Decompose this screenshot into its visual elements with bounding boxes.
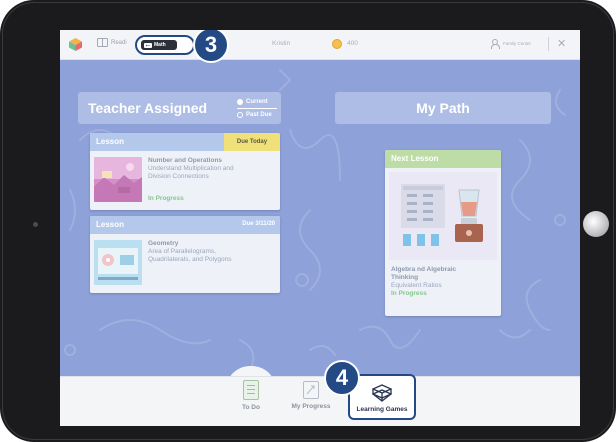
top-bar: Readi +− Math Kristin 400 Family Center … bbox=[60, 30, 580, 60]
book-icon bbox=[97, 38, 108, 47]
next-lesson-card[interactable]: Next Lesson Algebra nd Algebraic Thinkin… bbox=[385, 150, 501, 316]
card-status: In Progress bbox=[148, 195, 184, 202]
app-logo-icon bbox=[69, 38, 82, 51]
next-lesson-label: Next Lesson bbox=[391, 154, 439, 163]
progress-chart-icon bbox=[303, 381, 319, 399]
card-desc-line: Division Connections bbox=[148, 173, 209, 180]
nav-my-progress-label: My Progress bbox=[291, 403, 331, 410]
filter-past-due[interactable]: Past Due bbox=[237, 110, 277, 120]
home-button[interactable] bbox=[583, 211, 609, 237]
teacher-assigned-header: Teacher Assigned Current Past Due bbox=[78, 92, 281, 124]
filter-current-label: Current bbox=[246, 99, 268, 105]
card-title: Geometry bbox=[148, 240, 179, 247]
app-screen: Readi +− Math Kristin 400 Family Center … bbox=[60, 30, 580, 426]
learning-games-icon bbox=[372, 384, 392, 402]
my-path-header: My Path bbox=[335, 92, 551, 124]
callout-badge-4: 4 bbox=[324, 360, 360, 396]
card-title: Number and Operations bbox=[148, 157, 223, 164]
next-lesson-title-line: Algebra nd Algebraic bbox=[391, 266, 457, 273]
math-symbols-icon: +− bbox=[144, 42, 152, 48]
checklist-icon bbox=[243, 380, 259, 400]
topbar-divider bbox=[548, 37, 549, 51]
card-text: Geometry Area of Parallelograms, Quadril… bbox=[148, 240, 231, 264]
coin-icon bbox=[332, 39, 342, 49]
next-lesson-text: Algebra nd Algebraic Thinking Equivalent… bbox=[391, 266, 495, 298]
next-lesson-header: Next Lesson bbox=[385, 150, 501, 168]
filter-divider bbox=[237, 108, 277, 109]
math-tab-active: +− Math bbox=[141, 40, 177, 50]
subject-tab-reading[interactable]: Readi bbox=[97, 38, 127, 47]
nav-tab-to-do[interactable]: To Do bbox=[226, 380, 276, 411]
math-label: Math bbox=[154, 42, 166, 48]
card-type-label: Lesson bbox=[96, 220, 125, 229]
nav-to-do-label: To Do bbox=[242, 404, 260, 411]
lesson-thumbnail-image bbox=[94, 240, 142, 285]
card-desc-line: Understand Multiplication and bbox=[148, 165, 234, 172]
lesson-card-geometry[interactable]: Lesson Due 3/11/20 Geometry Area of Para… bbox=[90, 216, 280, 293]
lesson-card-number-operations[interactable]: Lesson Due Today Number and Operations U… bbox=[90, 133, 280, 210]
card-type-label: Lesson bbox=[96, 137, 125, 146]
family-center-link[interactable]: Family Center bbox=[491, 39, 532, 49]
card-desc-line: Area of Parallelograms, bbox=[148, 248, 216, 255]
teacher-assigned-title: Teacher Assigned bbox=[88, 100, 208, 116]
next-lesson-subtitle: Equivalent Ratios bbox=[391, 282, 442, 289]
radio-unselected-icon bbox=[237, 112, 243, 118]
due-badge: Due Today bbox=[224, 133, 280, 151]
nav-learning-games-label: Learning Games bbox=[356, 406, 408, 413]
next-lesson-title-line: Thinking bbox=[391, 274, 419, 281]
next-lesson-thumbnail-image bbox=[389, 172, 497, 260]
ipad-frame: Readi +− Math Kristin 400 Family Center … bbox=[0, 0, 616, 442]
filter-past-due-label: Past Due bbox=[246, 112, 272, 118]
reading-label: Readi bbox=[111, 39, 127, 46]
next-lesson-status: In Progress bbox=[391, 290, 427, 297]
assignment-filter: Current Past Due bbox=[237, 97, 277, 120]
filter-current[interactable]: Current bbox=[237, 97, 277, 107]
card-header: Lesson Due Today bbox=[90, 133, 280, 151]
coin-count: 400 bbox=[347, 40, 358, 47]
user-name: Kristin bbox=[272, 40, 291, 47]
lesson-thumbnail-image bbox=[94, 157, 142, 202]
card-header: Lesson Due 3/11/20 bbox=[90, 216, 280, 234]
subject-tab-math[interactable]: +− Math bbox=[135, 35, 195, 55]
front-camera bbox=[33, 222, 38, 227]
due-date: Due 3/11/20 bbox=[242, 221, 275, 227]
family-icon bbox=[491, 39, 500, 49]
family-center-label: Family Center bbox=[503, 41, 532, 46]
radio-selected-icon bbox=[237, 99, 243, 105]
card-text: Number and Operations Understand Multipl… bbox=[148, 157, 234, 181]
close-icon[interactable]: ✕ bbox=[557, 37, 566, 51]
card-desc-line: Quadrilaterals, and Polygons bbox=[148, 256, 232, 263]
